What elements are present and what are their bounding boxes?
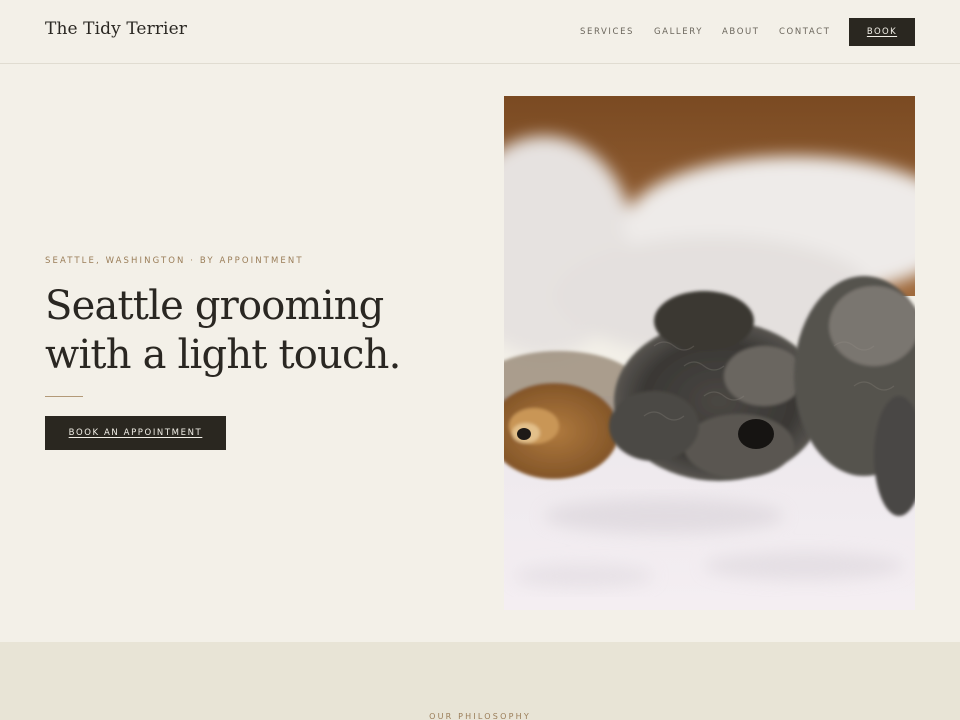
hero-headline: Seattle grooming with a light touch. bbox=[45, 282, 465, 380]
hero-eyebrow: SEATTLE, WASHINGTON · BY APPOINTMENT bbox=[45, 256, 304, 266]
headline-line-1: Seattle grooming bbox=[45, 283, 384, 329]
book-appointment-button[interactable]: BOOK AN APPOINTMENT bbox=[45, 416, 226, 450]
brand-logo[interactable]: The Tidy Terrier bbox=[45, 19, 187, 39]
hero-divider bbox=[45, 396, 83, 397]
nav-about-link[interactable]: ABOUT bbox=[722, 27, 760, 37]
hero-photo bbox=[504, 96, 915, 610]
sleeping-dogs-image bbox=[504, 96, 915, 610]
nav-gallery-link[interactable]: GALLERY bbox=[654, 27, 703, 37]
headline-line-2: with a light touch. bbox=[45, 332, 401, 378]
philosophy-label: OUR PHILOSOPHY bbox=[429, 712, 531, 720]
nav-contact-link[interactable]: CONTACT bbox=[779, 27, 831, 37]
nav-services-link[interactable]: SERVICES bbox=[580, 27, 634, 37]
philosophy-section bbox=[0, 642, 960, 720]
book-button[interactable]: BOOK bbox=[849, 18, 915, 46]
site-header: The Tidy Terrier SERVICES GALLERY ABOUT … bbox=[0, 0, 960, 64]
